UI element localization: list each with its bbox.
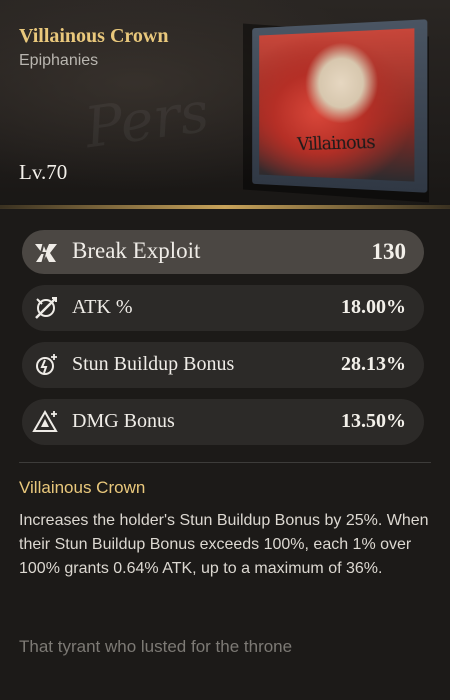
stat-value: 28.13% bbox=[341, 353, 406, 375]
dmg-bonus-icon bbox=[32, 408, 60, 436]
stun-buildup-icon bbox=[32, 351, 60, 379]
effect-description: Increases the holder's Stun Buildup Bonu… bbox=[19, 512, 429, 577]
effect-title: Villainous Crown bbox=[19, 478, 146, 497]
item-title: Villainous Crown bbox=[19, 25, 169, 47]
item-level: Lv.70 bbox=[19, 160, 68, 184]
header-divider bbox=[0, 205, 450, 209]
stat-label: DMG Bonus bbox=[72, 410, 175, 432]
stat-value: 13.50% bbox=[341, 410, 406, 432]
background-decoration: Pers bbox=[81, 79, 213, 162]
stat-value: 130 bbox=[371, 239, 407, 264]
item-category: Epiphanies bbox=[19, 52, 99, 69]
stat-label: Break Exploit bbox=[72, 238, 201, 263]
stat-label: Stun Buildup Bonus bbox=[72, 353, 235, 375]
stats-list: Break Exploit 130 ATK % 18.00% Stun Buil… bbox=[22, 230, 424, 456]
stat-row-atk: ATK % 18.00% bbox=[22, 285, 424, 331]
book-cover-image: Villainous bbox=[233, 19, 431, 203]
scroll-fade-overlay bbox=[0, 650, 450, 700]
break-exploit-icon bbox=[32, 239, 60, 267]
atk-icon bbox=[32, 294, 60, 322]
stat-row-break-exploit: Break Exploit 130 bbox=[22, 230, 424, 274]
section-divider bbox=[19, 462, 431, 463]
stat-row-dmg-bonus: DMG Bonus 13.50% bbox=[22, 399, 424, 445]
stat-label: ATK % bbox=[72, 296, 133, 318]
item-header: Pers Villainous Crown Epiphanies Lv.70 V… bbox=[0, 0, 450, 208]
stat-row-stun-buildup: Stun Buildup Bonus 28.13% bbox=[22, 342, 424, 388]
stat-value: 18.00% bbox=[341, 296, 406, 318]
